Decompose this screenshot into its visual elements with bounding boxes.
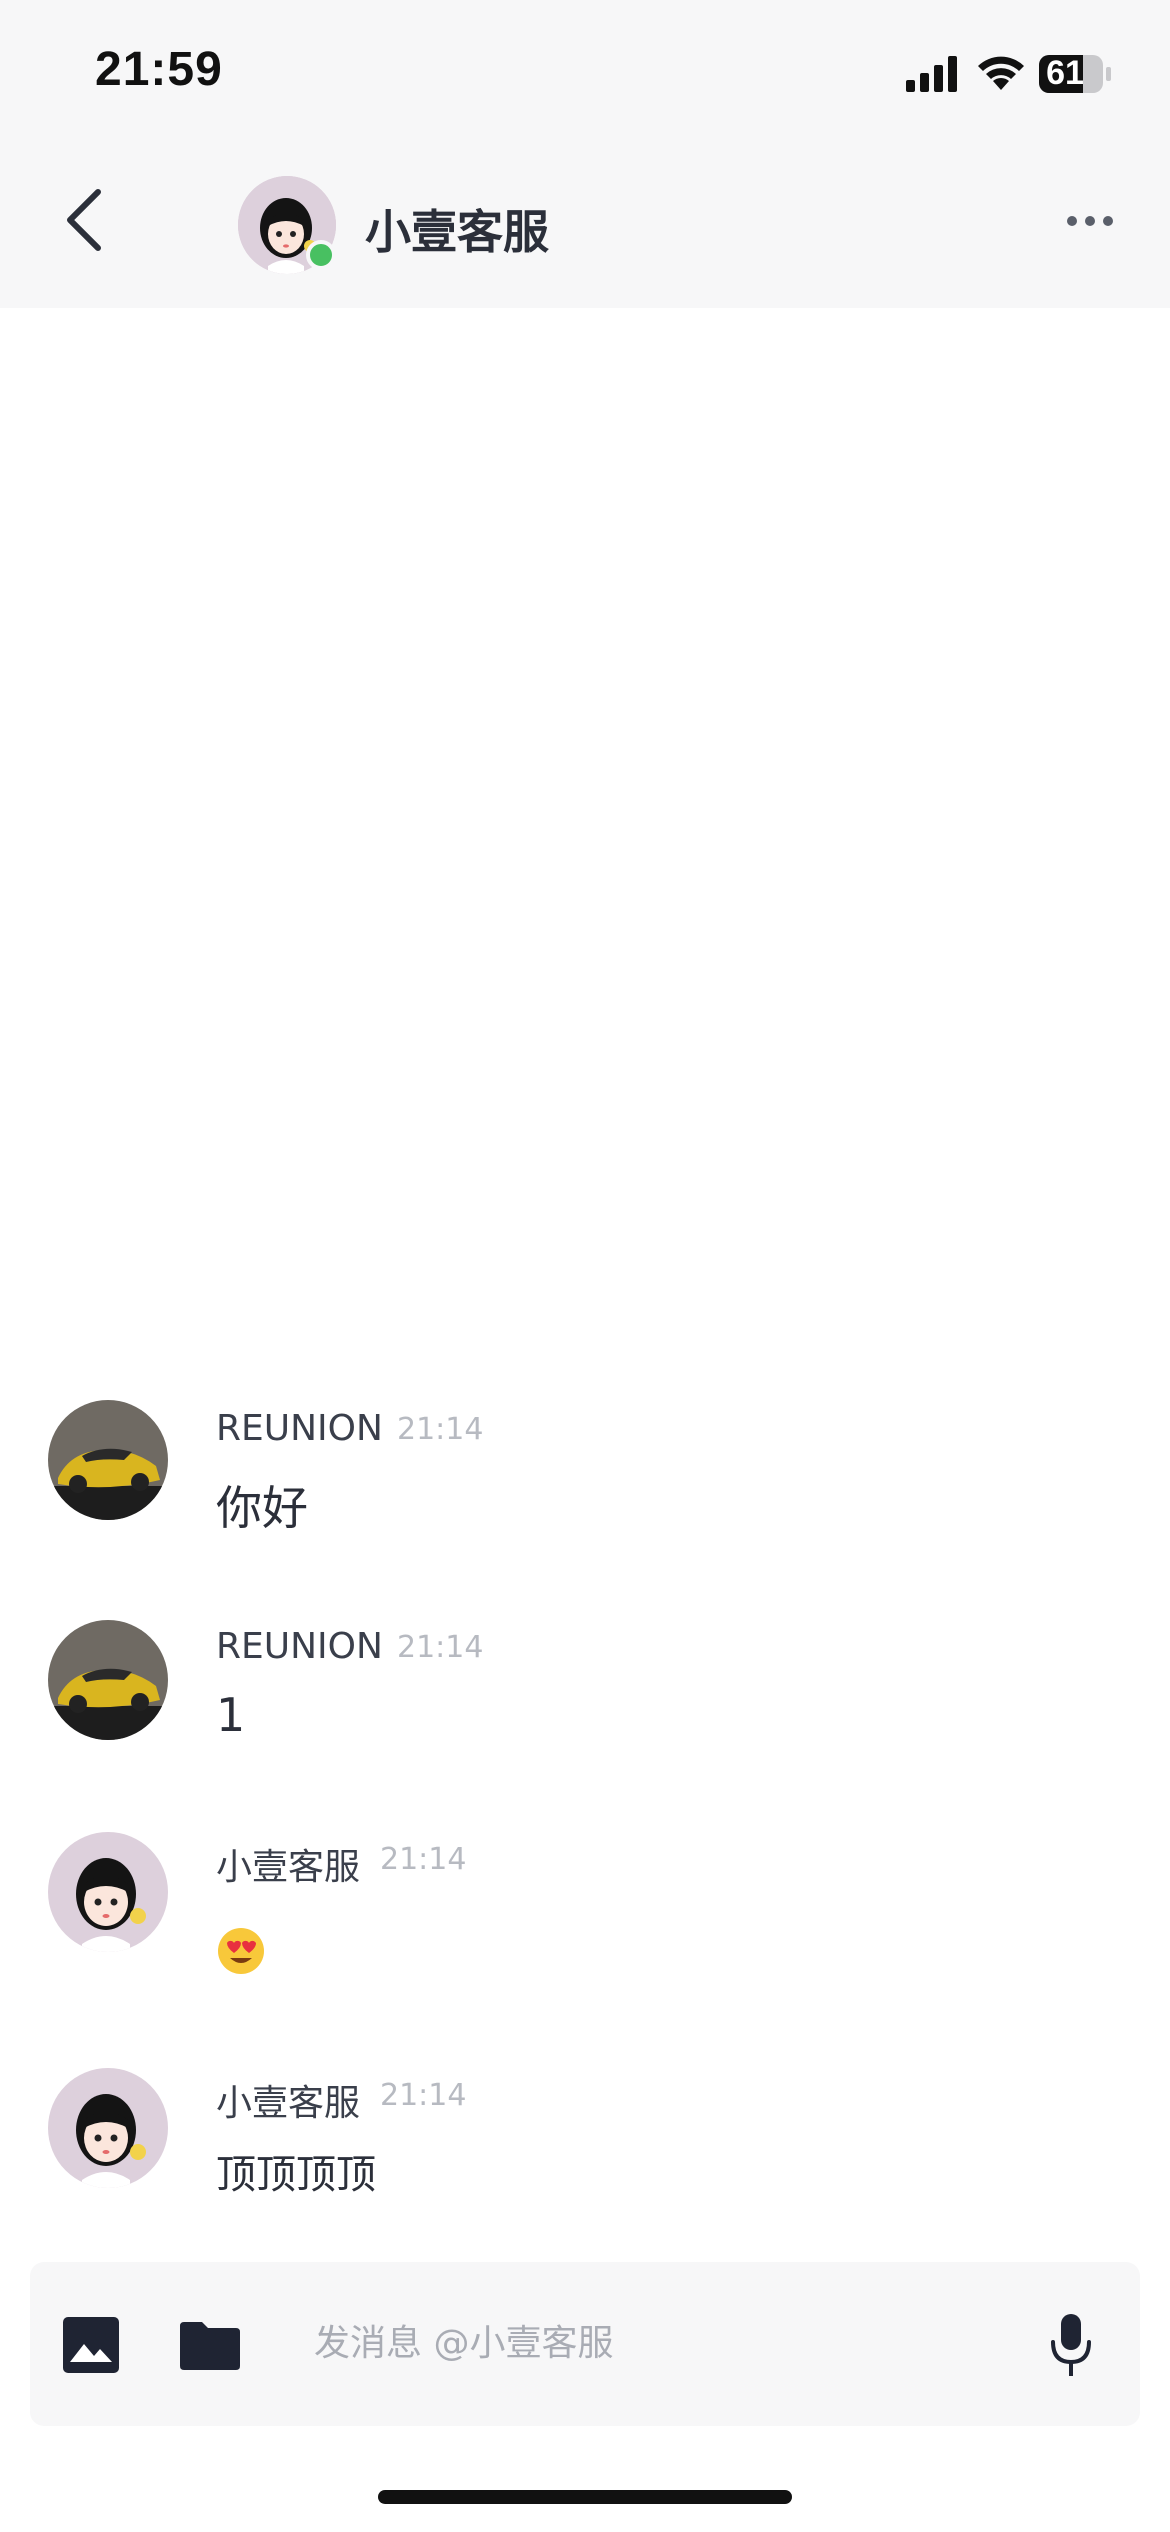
- chat-header: 小壹客服: [0, 140, 1170, 308]
- battery-level: 61: [1046, 54, 1084, 92]
- message-text: 1: [216, 1688, 246, 1742]
- message-item: 小壹客服 21:14: [0, 1830, 1170, 1990]
- cartoon-girl-avatar[interactable]: [48, 1832, 168, 1952]
- more-dots-icon[interactable]: [1060, 206, 1120, 236]
- cartoon-girl-avatar-icon: [48, 2068, 168, 2188]
- message-text: 顶顶顶顶: [216, 2152, 376, 2198]
- page-title: 小壹客服: [365, 205, 549, 259]
- message-time: 21:14: [397, 1630, 484, 1665]
- sender-name: REUNION: [216, 1408, 383, 1449]
- car-avatar-icon: [48, 1400, 168, 1520]
- image-icon[interactable]: [62, 2316, 120, 2374]
- cartoon-girl-avatar-icon: [48, 1832, 168, 1952]
- message-time: 21:14: [380, 1842, 467, 1877]
- sender-name: 小壹客服: [216, 1847, 361, 1888]
- status-bar: 21:59 61: [0, 0, 1170, 140]
- sender-name: 小壹客服: [216, 2083, 361, 2124]
- cartoon-girl-avatar[interactable]: [48, 2068, 168, 2188]
- message-text: 你好: [216, 1481, 308, 1535]
- status-time: 21:59: [95, 43, 223, 96]
- message-item: REUNION 21:14 1: [0, 1618, 1170, 1758]
- yellow-car-avatar[interactable]: [48, 1400, 168, 1520]
- sender-name: REUNION: [216, 1626, 383, 1667]
- home-indicator: [378, 2490, 792, 2504]
- car-avatar-icon: [48, 1620, 168, 1740]
- message-input-bar: 发消息 @小壹客服: [30, 2262, 1140, 2426]
- message-item: 小壹客服 21:14 顶顶顶顶: [0, 2066, 1170, 2226]
- folder-icon[interactable]: [178, 2318, 242, 2372]
- signal-icon: [906, 56, 957, 92]
- message-time: 21:14: [380, 2078, 467, 2113]
- chevron-left-icon[interactable]: [50, 180, 120, 260]
- message-input[interactable]: 发消息 @小壹客服: [314, 2314, 1014, 2374]
- online-status-dot: [306, 240, 336, 270]
- heart-eyes-emoji-icon: [218, 1928, 264, 1974]
- message-item: REUNION 21:14 你好: [0, 1398, 1170, 1538]
- wifi-icon: [978, 56, 1024, 90]
- yellow-car-avatar[interactable]: [48, 1620, 168, 1740]
- microphone-icon[interactable]: [1048, 2312, 1094, 2378]
- message-time: 21:14: [397, 1412, 484, 1447]
